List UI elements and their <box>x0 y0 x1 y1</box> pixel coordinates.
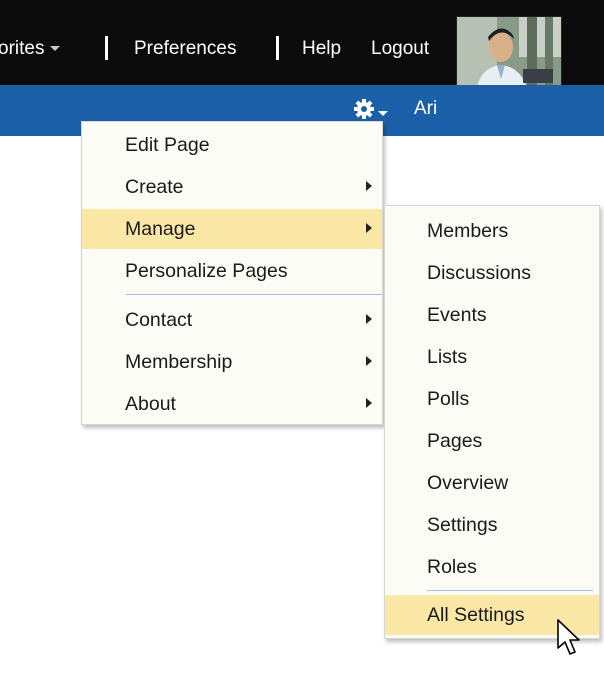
chevron-right-icon <box>366 181 372 191</box>
menu-item-label: Edit Page <box>125 134 210 156</box>
menu-item-label: Personalize Pages <box>125 260 288 282</box>
submenu-item-discussions[interactable]: Discussions <box>385 253 599 293</box>
user-name[interactable]: Ari <box>414 98 437 120</box>
help-link[interactable]: Help <box>302 38 341 60</box>
manage-submenu: Members Discussions Events Lists Polls P… <box>384 205 600 639</box>
mouse-pointer-icon <box>557 619 580 655</box>
submenu-item-label: All Settings <box>427 604 525 626</box>
submenu-item-members[interactable]: Members <box>385 211 599 251</box>
preferences-link[interactable]: Preferences <box>134 38 236 60</box>
menu-item-label: Contact <box>125 309 193 331</box>
menu-item-membership[interactable]: Membership <box>82 342 382 382</box>
menu-item-label: About <box>125 393 176 415</box>
submenu-item-pages[interactable]: Pages <box>385 421 599 461</box>
menu-item-about[interactable]: About <box>82 384 382 424</box>
submenu-item-label: Events <box>427 304 487 326</box>
submenu-item-settings[interactable]: Settings <box>385 505 599 545</box>
menu-item-contact[interactable]: Contact <box>82 300 382 340</box>
submenu-item-label: Roles <box>427 556 477 578</box>
menu-divider <box>427 590 593 591</box>
menu-item-create[interactable]: Create <box>82 167 382 207</box>
menu-item-label: Membership <box>125 351 233 373</box>
submenu-item-events[interactable]: Events <box>385 295 599 335</box>
avatar-image <box>457 17 561 95</box>
chevron-down-icon <box>50 46 61 52</box>
page-actions-menu: Edit Page Create Manage Personalize Page… <box>81 121 383 425</box>
submenu-item-label: Pages <box>427 430 483 452</box>
submenu-item-label: Overview <box>427 472 509 494</box>
menu-item-label: Manage <box>125 218 196 240</box>
logout-link[interactable]: Logout <box>371 38 429 60</box>
favorites-label: orites <box>0 38 45 59</box>
menu-item-personalize-pages[interactable]: Personalize Pages <box>82 251 382 291</box>
nav-divider <box>105 36 108 60</box>
submenu-item-label: Discussions <box>427 262 532 284</box>
chevron-right-icon <box>366 356 372 366</box>
menu-item-edit-page[interactable]: Edit Page <box>82 125 382 165</box>
submenu-item-polls[interactable]: Polls <box>385 379 599 419</box>
submenu-item-label: Polls <box>427 388 470 410</box>
chevron-right-icon <box>366 314 372 324</box>
avatar[interactable] <box>456 16 562 96</box>
chevron-right-icon <box>366 223 372 233</box>
submenu-item-label: Lists <box>427 346 468 368</box>
settings-menu-button[interactable] <box>353 98 393 122</box>
submenu-item-overview[interactable]: Overview <box>385 463 599 503</box>
menu-item-label: Create <box>125 176 184 198</box>
favorites-menu[interactable]: orites <box>0 38 61 60</box>
submenu-item-lists[interactable]: Lists <box>385 337 599 377</box>
gear-icon <box>354 99 388 119</box>
submenu-item-roles[interactable]: Roles <box>385 547 599 587</box>
submenu-item-label: Members <box>427 220 509 242</box>
chevron-down-icon <box>378 111 388 116</box>
menu-divider <box>126 294 382 295</box>
nav-divider <box>276 36 279 60</box>
menu-item-manage[interactable]: Manage <box>82 209 382 249</box>
submenu-item-label: Settings <box>427 514 498 536</box>
chevron-right-icon <box>366 398 372 408</box>
